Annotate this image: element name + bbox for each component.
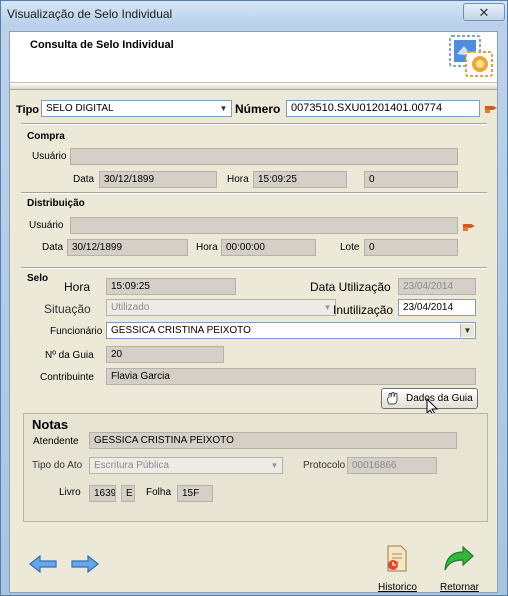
atendente-field: GESSICA CRISTINA PEIXOTO [89, 432, 457, 449]
guia-label: Nº da Guia [45, 350, 94, 361]
folha-field: 15F [177, 485, 213, 502]
chevron-down-icon: ▼ [270, 461, 279, 470]
close-icon: ✕ [478, 5, 490, 20]
distribuicao-usuario-label: Usuário [29, 220, 64, 231]
numero-value: 0073510.SXU01201401.00774 [291, 102, 443, 114]
compra-data-field: 30/12/1899 [99, 171, 217, 188]
divider [21, 123, 487, 125]
chevron-down-icon: ▼ [219, 104, 228, 113]
selo-hora-field: 15:09:25 [106, 278, 236, 295]
funcionario-label: Funcionário [50, 326, 103, 337]
distribuicao-data-label: Data [42, 242, 64, 253]
tipo-value: SELO DIGITAL [46, 103, 114, 114]
protocolo-field: 00016866 [347, 457, 437, 474]
selo-title: Selo [27, 273, 49, 284]
folha-label: Folha [146, 487, 172, 498]
retornar-label: Retornar [440, 582, 479, 593]
data-utilizacao-label: Data Utilização [310, 280, 391, 294]
notas-title: Notas [32, 417, 69, 432]
guia-field: 20 [106, 346, 224, 363]
protocolo-label: Protocolo [303, 460, 346, 471]
distribuicao-data-field: 30/12/1899 [67, 239, 188, 256]
situacao-select[interactable]: Utilizado ▼ [106, 299, 336, 316]
application-window: Visualização de Selo Individual ✕ Consul… [0, 0, 508, 596]
numero-label: Número [235, 102, 281, 116]
close-button[interactable]: ✕ [463, 3, 505, 21]
livro-label: Livro [59, 487, 81, 498]
dados-guia-label: Dados da Guia [406, 393, 473, 404]
distribuicao-hora-label: Hora [196, 242, 218, 253]
tipo-ato-label: Tipo do Ato [32, 460, 83, 471]
notas-panel: Notas Atendente GESSICA CRISTINA PEIXOTO… [23, 413, 488, 522]
contribuinte-field: Flavia Garcia [106, 368, 476, 385]
compra-data-label: Data [73, 174, 95, 185]
inutilizacao-input[interactable]: 23/04/2014 [398, 299, 476, 316]
return-arrow-icon [444, 546, 474, 571]
chevron-down-icon: ▼ [460, 324, 474, 337]
historico-button[interactable]: Historico [372, 544, 422, 593]
distribuicao-usuario-field [70, 217, 458, 234]
compra-hora-label: Hora [227, 174, 249, 185]
pointing-hand-icon[interactable] [484, 103, 498, 114]
history-document-icon [387, 545, 407, 572]
form-header: Consulta de Selo Individual [10, 32, 497, 83]
arrow-left-icon[interactable] [28, 554, 58, 574]
compra-title: Compra [27, 131, 65, 142]
situacao-label: Situação [44, 302, 91, 316]
retornar-button[interactable]: Retornar [435, 544, 487, 593]
stamp-icon [449, 35, 493, 77]
livro-field: 1639 [89, 485, 116, 502]
compra-usuario-field [70, 148, 458, 165]
compra-hora-field: 15:09:25 [253, 171, 347, 188]
pointing-hand-icon[interactable] [462, 221, 476, 232]
contribuinte-label: Contribuinte [40, 372, 94, 383]
livro-suffix-field: E [121, 485, 135, 502]
arrow-right-icon[interactable] [70, 554, 100, 574]
hand-icon [387, 392, 398, 405]
window-title: Visualização de Selo Individual [7, 7, 173, 21]
tipo-ato-select[interactable]: Escritura Pública ▼ [89, 457, 283, 474]
divider [21, 267, 487, 269]
compra-usuario-label: Usuário [32, 151, 67, 162]
distribuicao-lote-label: Lote [340, 242, 360, 253]
numero-input[interactable]: 0073510.SXU01201401.00774 [286, 100, 480, 117]
form-heading: Consulta de Selo Individual [30, 39, 174, 51]
divider [21, 192, 487, 194]
funcionario-select[interactable]: GESSICA CRISTINA PEIXOTO ▼ [106, 322, 476, 339]
tipo-label: Tipo [16, 104, 40, 116]
atendente-label: Atendente [33, 436, 79, 447]
title-bar: Visualização de Selo Individual ✕ [1, 1, 507, 27]
distribuicao-lote-field: 0 [364, 239, 458, 256]
header-divider [10, 83, 497, 90]
compra-extra-field: 0 [364, 171, 458, 188]
form-area: Consulta de Selo Individual Tipo SELO DI… [9, 31, 498, 593]
tipo-select[interactable]: SELO DIGITAL ▼ [41, 100, 232, 117]
selo-hora-label: Hora [64, 280, 91, 294]
distribuicao-hora-field: 00:00:00 [221, 239, 316, 256]
inutilizacao-label: Inutilização [333, 303, 394, 317]
historico-label: Historico [378, 582, 417, 593]
data-utilizacao-field: 23/04/2014 [398, 278, 476, 295]
distribuicao-title: Distribuição [27, 198, 85, 209]
